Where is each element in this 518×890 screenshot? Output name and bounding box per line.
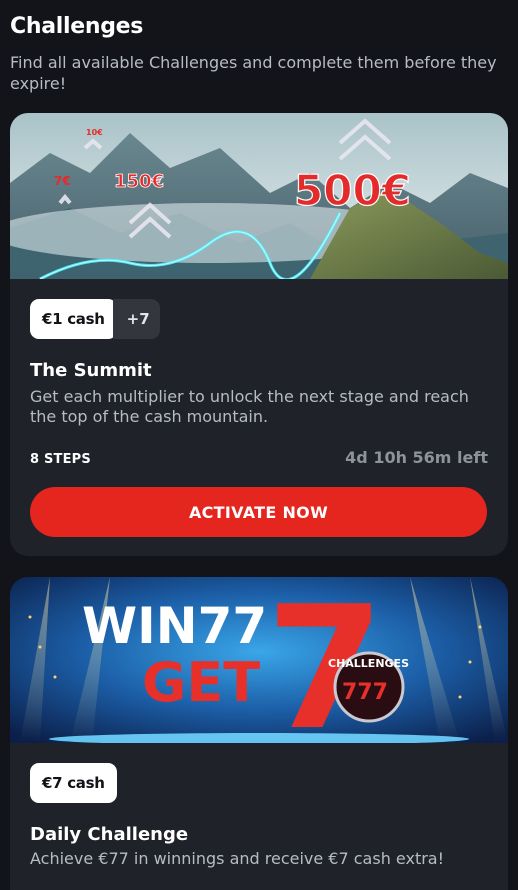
page-subtitle: Find all available Challenges and comple… — [10, 53, 497, 93]
challenge-card-daily[interactable]: WIN77 GET 7 CHALLENGES 777 €7 cash Daily… — [10, 577, 508, 890]
page-title: Challenges — [10, 14, 144, 39]
steps-count: 8 STEPS — [30, 452, 91, 467]
challenge-description: Get each multiplier to unlock the next s… — [30, 387, 469, 426]
prize-label-10: 10€ — [86, 128, 103, 137]
activate-now-button[interactable]: ACTIVATE NOW — [30, 487, 487, 537]
challenges-page: Challenges Find all available Challenges… — [0, 0, 518, 890]
cash-reward-badge: €7 cash — [30, 763, 117, 803]
summit-banner-image: 150€ 7€ 10€ 500€ — [10, 113, 508, 279]
challenge-title: Daily Challenge — [30, 824, 189, 845]
more-rewards-badge[interactable]: +7 — [112, 299, 160, 339]
banner-win77-text: WIN77 — [82, 597, 267, 655]
reward-badges: €7 cash — [30, 763, 117, 803]
challenge-description: Achieve €77 in winnings and receive €7 c… — [30, 849, 445, 868]
reward-badges: €1 cash +7 — [30, 299, 160, 339]
prize-label-7: 7€ — [54, 174, 71, 188]
prize-label-500: 500€ — [294, 166, 411, 215]
emblem-challenges-text: CHALLENGES — [328, 657, 409, 670]
challenge-title: The Summit — [30, 360, 152, 381]
time-left: 4d 10h 56m left — [345, 448, 488, 467]
banner-get-text: GET — [142, 651, 260, 714]
challenge-card-summit[interactable]: 150€ 7€ 10€ 500€ €1 cash +7 The Summit G… — [10, 113, 508, 556]
cash-reward-badge: €1 cash — [30, 299, 117, 339]
prize-label-150: 150€ — [114, 171, 164, 192]
emblem-777-text: 777 — [342, 680, 388, 705]
daily-banner-image: WIN77 GET 7 CHALLENGES 777 — [10, 577, 508, 743]
